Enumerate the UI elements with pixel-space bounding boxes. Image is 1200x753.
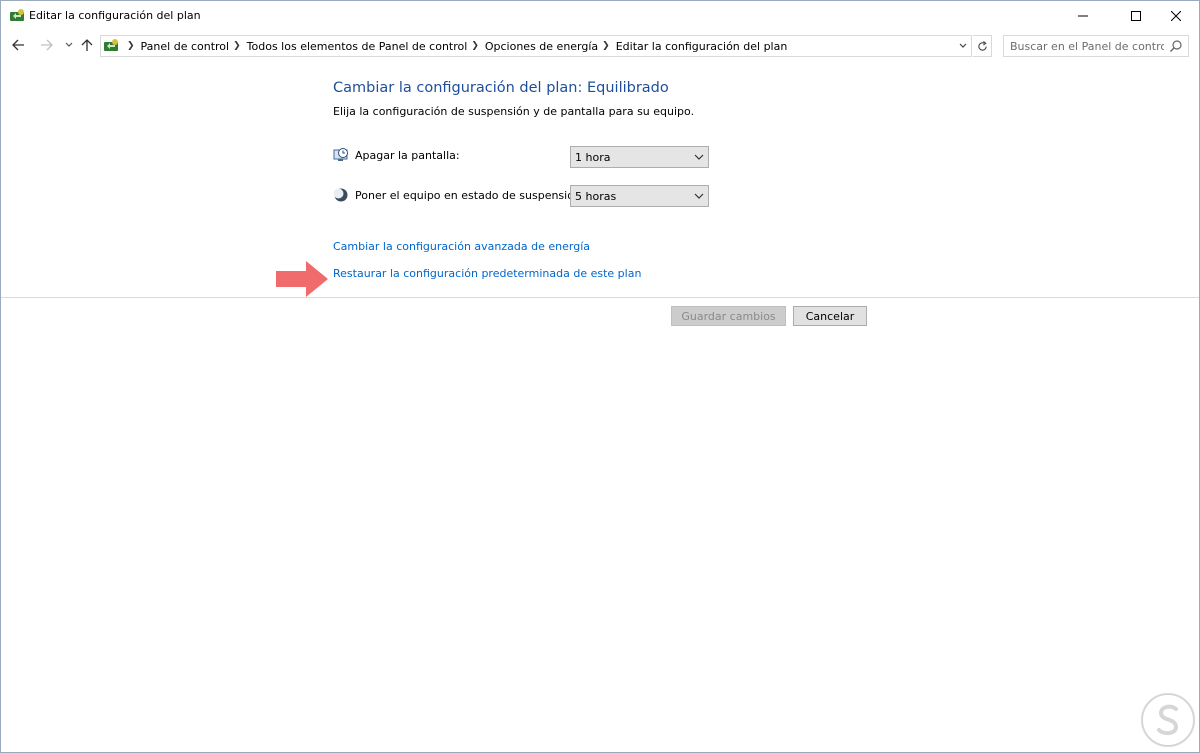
address-dropdown-button[interactable] bbox=[954, 36, 971, 56]
minimize-icon bbox=[1078, 15, 1088, 16]
chevron-right-icon: ❯ bbox=[127, 41, 135, 51]
chevron-down-icon bbox=[959, 43, 966, 48]
search-input[interactable] bbox=[1004, 37, 1164, 55]
breadcrumb-all-items[interactable]: Todos los elementos de Panel de control bbox=[247, 40, 468, 53]
refresh-button[interactable] bbox=[973, 35, 992, 57]
window-title: Editar la configuración del plan bbox=[29, 9, 201, 22]
forward-button[interactable] bbox=[37, 36, 55, 54]
restore-defaults-link[interactable]: Restaurar la configuración predeterminad… bbox=[333, 267, 641, 280]
chevron-right-icon: ❯ bbox=[471, 41, 479, 51]
refresh-icon bbox=[977, 40, 987, 51]
back-button[interactable] bbox=[9, 36, 27, 54]
up-button[interactable] bbox=[78, 36, 96, 54]
maximize-icon bbox=[1131, 10, 1141, 21]
navigation-bar: ❯ Panel de control ❯ Todos los elementos… bbox=[1, 32, 1199, 59]
breadcrumb-power-options[interactable]: Opciones de energía bbox=[485, 40, 598, 53]
breadcrumb-control-panel[interactable]: Panel de control bbox=[141, 40, 230, 53]
display-off-select[interactable]: 1 hora bbox=[570, 146, 709, 168]
chevron-right-icon: ❯ bbox=[602, 41, 610, 51]
sleep-value: 5 horas bbox=[575, 189, 617, 203]
address-bar[interactable]: ❯ Panel de control ❯ Todos los elementos… bbox=[100, 35, 972, 57]
control-panel-icon bbox=[104, 39, 118, 51]
display-off-value: 1 hora bbox=[575, 150, 611, 164]
page-title: Cambiar la configuración del plan: Equil… bbox=[333, 80, 669, 96]
close-icon bbox=[1171, 10, 1181, 21]
close-button[interactable] bbox=[1153, 1, 1199, 30]
recent-locations-button[interactable] bbox=[60, 36, 78, 54]
advanced-settings-link[interactable]: Cambiar la configuración avanzada de ene… bbox=[333, 240, 590, 253]
divider bbox=[1, 297, 1199, 298]
breadcrumb-edit-plan[interactable]: Editar la configuración del plan bbox=[616, 40, 788, 53]
chevron-down-icon bbox=[694, 193, 704, 199]
site-logo-icon bbox=[1141, 693, 1195, 747]
cancel-button[interactable]: Cancelar bbox=[793, 306, 867, 326]
chevron-down-icon bbox=[694, 154, 704, 160]
arrow-right-icon bbox=[276, 261, 328, 297]
arrow-left-icon bbox=[11, 39, 24, 51]
chevron-right-icon: ❯ bbox=[233, 41, 241, 51]
sleep-label: Poner el equipo en estado de suspensión: bbox=[355, 189, 585, 202]
search-icon[interactable] bbox=[1169, 39, 1183, 53]
sleep-select[interactable]: 5 horas bbox=[570, 185, 709, 207]
power-options-icon bbox=[10, 9, 24, 21]
title-bar: Editar la configuración del plan bbox=[1, 1, 1199, 31]
monitor-clock-icon bbox=[333, 148, 348, 161]
moon-sleep-icon bbox=[333, 188, 348, 202]
display-off-label: Apagar la pantalla: bbox=[355, 149, 460, 162]
chevron-down-icon bbox=[65, 42, 73, 47]
arrow-right-icon bbox=[40, 39, 53, 51]
search-box[interactable] bbox=[1003, 35, 1189, 57]
window: Editar la configuración del plan ❯ Panel… bbox=[0, 0, 1200, 753]
save-button[interactable]: Guardar cambios bbox=[671, 306, 786, 326]
minimize-button[interactable] bbox=[1060, 1, 1106, 30]
arrow-up-icon bbox=[81, 38, 93, 51]
page-subtitle: Elija la configuración de suspensión y d… bbox=[333, 105, 695, 118]
